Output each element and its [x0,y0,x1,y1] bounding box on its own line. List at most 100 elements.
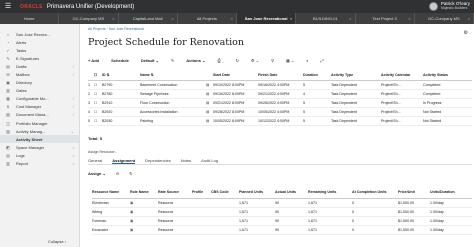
link-icon[interactable]: ▣ [130,207,158,217]
close-icon[interactable]: × [231,13,233,24]
table-row[interactable]: Electrician ▣ Resource 1,671 90 1,671 0 … [92,198,472,208]
breadcrumb-project[interactable]: San Jose Recreational [109,27,144,31]
filter-icon[interactable]: ⚲ [271,58,274,63]
tab-capitalland-mall[interactable]: CapitalLand Mall × [119,13,178,24]
col-finish[interactable]: Finish Date [258,70,303,81]
checkbox[interactable]: ☐ [94,116,102,126]
close-icon[interactable]: × [171,13,173,24]
document-icon[interactable]: ▤ [206,80,213,90]
gear-icon[interactable]: ⚙ [464,30,468,36]
table-row[interactable]: 5 ☐ B2930 Painting ▤ 10/05/2022 8:00PM 10… [88,116,472,126]
checkbox[interactable]: ☐ [94,107,102,117]
tab-gc-company-ms[interactable]: GC-Company MS × [59,13,119,24]
collapse-button[interactable]: Collapse ‹ [48,239,66,244]
col-type[interactable]: Activity Type [331,70,381,81]
link-icon[interactable]: ▣ [130,198,158,208]
table-row[interactable]: 3 ☐ B2910 Floor Construction ▤ 09/21/2022… [88,98,472,108]
tab-general[interactable]: General [88,157,102,164]
sidebar-item-drafts[interactable]: ▤ Drafts › [0,62,79,70]
settings-icon[interactable]: ⚙ ⌄ [251,58,259,63]
col-cbs-code[interactable]: CBS Code [211,186,239,199]
hamburger-icon[interactable]: ☰ [0,0,16,13]
actions-menu[interactable]: Actions ⌄ [186,58,205,63]
fullscreen-icon[interactable]: ⤢ [321,58,324,63]
remove-icon[interactable]: ⊖ [116,171,119,176]
sidebar-item-report[interactable]: ▥ Report › [0,160,79,168]
tab-home[interactable]: Home [0,13,60,24]
sidebar-item-mailbox[interactable]: ✉ Mailbox › [0,70,79,78]
edit-icon[interactable]: ✎ [171,58,174,63]
sidebar-item-tasks[interactable]: ✓ Tasks [0,46,79,54]
schedule-button[interactable]: Schedule [111,58,129,63]
tab-all-projects[interactable]: All Projects × [178,13,237,24]
add-button[interactable]: + Add [88,58,99,63]
print-icon[interactable]: ⎙ ⌄ [217,58,223,63]
tab-gc-company-ms-2[interactable]: GC-Company MS × [415,13,474,24]
table-row[interactable]: 4 ☐ B2920 Accessories Installation ▤ 09/2… [88,107,472,117]
col-calendar[interactable]: Activity Calendar [381,70,423,81]
sidebar-item-activity-manager[interactable]: ▨ Activity Manag... ⌄ [0,127,79,135]
col-duration[interactable]: Duration [303,70,331,81]
table-row[interactable]: 1 ☐ B2790 Basement Construction ▤ 09/10/2… [88,80,472,90]
close-icon[interactable]: × [290,13,292,24]
checkbox[interactable]: ☐ [94,89,102,99]
table-row[interactable]: Excavator ▣ Resource 1,671 90 1,671 0 $1… [92,225,472,235]
col-name[interactable]: Name ⇅ [140,70,206,81]
assign-menu[interactable]: Assign ⌄ [88,171,106,176]
checkbox[interactable]: ☐ [94,98,102,108]
sidebar-item-project[interactable]: ⌂ San Jose Recrea... [0,30,79,38]
close-icon[interactable]: × [408,13,410,24]
col-at-completion-units[interactable]: At Completion Units [352,186,398,199]
tab-notes[interactable]: Notes [181,157,191,164]
table-row[interactable]: Wiring ▣ Resource 1,671 90 1,671 0 $1,50… [92,207,472,217]
sidebar-item-alerts[interactable]: ◔ Alerts [0,38,79,46]
sidebar-item-space-manager[interactable]: ◩ Space Manager › [0,143,79,151]
table-row[interactable]: Foreman ▣ Resource 1,671 90 1,671 0 $1,5… [92,216,472,226]
sidebar-item-document-manager[interactable]: ▧ Document Mana... › [0,111,79,119]
sidebar-item-cost-manager[interactable]: $ Cost Manager › [0,103,79,111]
col-status[interactable]: Activity Status [423,70,472,81]
close-icon[interactable]: × [112,13,114,24]
document-icon[interactable]: ▤ [206,89,213,99]
col-rate-source[interactable]: Rate Source [158,186,192,199]
breadcrumb-all-projects[interactable]: All Projects [88,27,106,31]
col-role-name[interactable]: Role Name [130,186,158,199]
checkbox[interactable]: ☐ [94,80,102,90]
col-actual-units[interactable]: Actual Units [275,186,308,199]
col-remaining-units[interactable]: Remaining Units [308,186,352,199]
col-planned-units[interactable]: Planned Units [239,186,275,199]
columns-icon[interactable]: ▦ ⌄ [286,58,294,63]
tab-san-jose-recreational[interactable]: San Jose Recreational × [237,13,297,24]
table-row[interactable]: 2 ☐ B2780 Sewage Pipelines ▤ 09/16/2022 8… [88,89,472,99]
sidebar-item-gates[interactable]: ▥ Gates [0,87,79,95]
close-icon[interactable]: × [468,13,470,24]
col-price-unit[interactable]: Price/Unit [398,186,430,199]
col-id[interactable]: ID ⇅ [102,70,134,81]
refresh-icon[interactable]: ↻ [129,171,132,176]
col-units-duration[interactable]: Units/Duration [430,186,472,199]
link-icon[interactable]: ▣ [130,216,158,226]
sidebar-item-directory[interactable]: ▣ Directory [0,79,79,87]
sidebar-item-e-signatures[interactable]: ✎ E-Signatures [0,54,79,62]
search-icon[interactable]: ⌕ [306,58,308,63]
refresh-icon[interactable]: ↻ [236,58,239,63]
tab-assignment[interactable]: Assignment [112,157,136,164]
document-icon[interactable]: ▤ [206,107,213,117]
user-menu[interactable]: Patrick O'leary Majestic Builders [428,1,470,11]
sidebar-item-logs[interactable]: ▤ Logs › [0,151,79,159]
col-start[interactable]: Start Date [213,70,258,81]
link-icon[interactable]: ▣ [130,225,158,235]
tab-test-project-3[interactable]: Test Project 3 × [356,13,415,24]
document-icon[interactable]: ▤ [206,98,213,108]
col-profile[interactable]: Profile [192,186,211,199]
close-icon[interactable]: × [349,13,351,24]
document-icon[interactable]: ▤ [206,116,213,126]
tab-building-01[interactable]: BUILDING-01 × [296,13,356,24]
tab-audit-log[interactable]: Audit Log [201,157,218,164]
view-select[interactable]: Default ⌄ [141,58,159,63]
sidebar-item-portfolio-manager[interactable]: ◫ Portfolio Manager [0,119,79,127]
tab-dependencies[interactable]: Dependencies [145,157,171,164]
sidebar-item-configurable-modules[interactable]: ▦ Configurable Mo... › [0,95,79,103]
col-resource-name[interactable]: Resource Name [92,186,130,199]
row-check[interactable]: ☐ [94,70,102,81]
